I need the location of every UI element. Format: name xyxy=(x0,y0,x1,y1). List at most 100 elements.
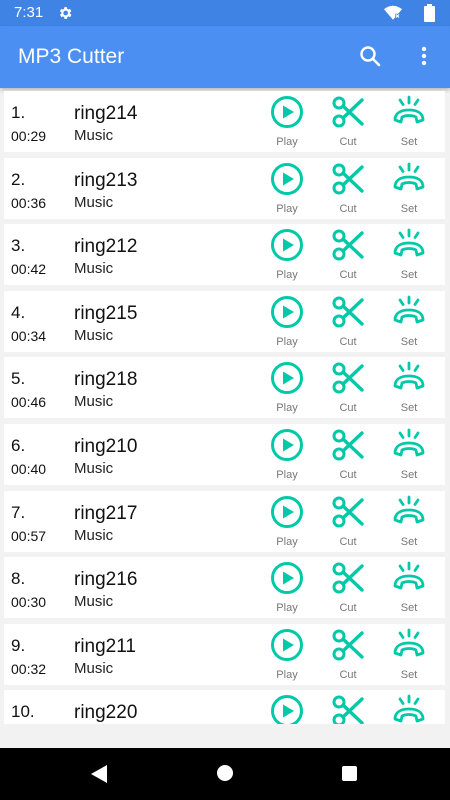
cut-button[interactable]: Cut xyxy=(322,224,374,285)
song-title: ring217 xyxy=(74,502,138,524)
set-ringtone-button[interactable]: Set xyxy=(383,424,435,485)
cut-button[interactable]: Cut xyxy=(322,357,374,418)
song-number: 3. xyxy=(11,236,26,256)
song-title: ring210 xyxy=(74,436,138,457)
play-button[interactable]: Play xyxy=(261,91,313,152)
ringtone-phone-icon xyxy=(393,361,425,390)
song-row[interactable]: 8. 00:30 ring216 Music Play Cut Set xyxy=(4,557,445,619)
cut-button[interactable]: Cut xyxy=(322,491,374,552)
cut-label: Cut xyxy=(339,402,357,415)
song-number: 10. xyxy=(11,702,35,722)
song-row[interactable]: 3. 00:42 ring212 Music Play Cut Set xyxy=(4,224,445,286)
scissors-icon xyxy=(332,96,364,128)
song-number: 9. xyxy=(11,635,26,655)
cut-label: Cut xyxy=(339,202,357,215)
cut-label: Cut xyxy=(339,602,357,615)
scissors-icon xyxy=(332,429,364,461)
set-ringtone-button[interactable]: Set xyxy=(383,158,435,219)
cut-button[interactable]: Cut xyxy=(322,690,374,724)
song-number: 4. xyxy=(11,302,26,322)
scissors-icon xyxy=(332,296,364,328)
song-list[interactable]: 1. 00:29 ring214 Music Play Cut Set 2. 0… xyxy=(0,88,450,724)
scissors-icon xyxy=(332,362,364,394)
cut-label: Cut xyxy=(339,535,357,548)
set-ringtone-button[interactable]: Set xyxy=(383,557,435,618)
cut-label: Cut xyxy=(339,469,357,481)
play-circle-icon xyxy=(271,362,303,395)
play-button[interactable]: Play xyxy=(261,690,313,724)
recent-apps-icon[interactable] xyxy=(342,766,357,781)
play-button[interactable]: Play xyxy=(261,158,313,219)
play-button[interactable]: Play xyxy=(261,357,313,418)
set-ringtone-button[interactable]: Set xyxy=(383,357,435,418)
cut-label: Cut xyxy=(339,668,357,681)
song-row[interactable]: 6. 00:40 ring210 Music Play Cut Set xyxy=(4,424,445,485)
song-row[interactable]: 2. 00:36 ring213 Music Play Cut Set xyxy=(4,157,445,219)
set-label: Set xyxy=(400,402,418,415)
play-button[interactable]: Play xyxy=(261,291,313,352)
play-label: Play xyxy=(276,602,298,615)
song-title: ring214 xyxy=(74,103,138,124)
ringtone-phone-icon xyxy=(393,495,425,523)
cut-button[interactable]: Cut xyxy=(322,291,374,352)
play-label: Play xyxy=(276,136,298,148)
song-category: Music xyxy=(74,260,114,278)
ringtone-phone-icon xyxy=(393,694,425,723)
ringtone-phone-icon xyxy=(393,95,425,124)
app-bar: MP3 Cutter xyxy=(0,26,450,88)
play-circle-icon xyxy=(271,695,303,724)
set-ringtone-button[interactable]: Set xyxy=(383,291,435,352)
set-ringtone-button[interactable]: Set xyxy=(383,690,435,724)
home-icon[interactable] xyxy=(217,765,233,781)
cut-button[interactable]: Cut xyxy=(322,158,374,219)
song-number: 7. xyxy=(11,502,26,522)
set-ringtone-button[interactable]: Set xyxy=(383,91,435,152)
play-label: Play xyxy=(276,402,298,415)
page-title: MP3 Cutter xyxy=(18,45,125,68)
song-duration: 00:36 xyxy=(11,194,47,211)
play-circle-icon xyxy=(271,429,303,461)
song-duration: 00:46 xyxy=(11,394,47,411)
song-number: 1. xyxy=(11,103,26,122)
cut-button[interactable]: Cut xyxy=(322,424,374,485)
set-label: Set xyxy=(400,469,418,481)
scissors-icon xyxy=(332,695,364,724)
song-row[interactable]: 4. 00:34 ring215 Music Play Cut Set xyxy=(4,290,445,352)
set-ringtone-button[interactable]: Set xyxy=(383,624,435,685)
set-label: Set xyxy=(400,668,418,681)
song-category: Music xyxy=(74,393,114,411)
song-category: Music xyxy=(74,526,114,544)
search-icon[interactable] xyxy=(358,44,382,68)
song-duration: 00:30 xyxy=(11,594,47,611)
play-button[interactable]: Play xyxy=(261,557,313,618)
set-ringtone-button[interactable]: Set xyxy=(383,224,435,285)
song-row[interactable]: 7. 00:57 ring217 Music Play Cut Set xyxy=(4,490,445,552)
ringtone-phone-icon xyxy=(393,228,425,257)
song-row[interactable]: 1. 00:29 ring214 Music Play Cut Set xyxy=(4,91,445,152)
scissors-icon xyxy=(332,562,364,594)
play-button[interactable]: Play xyxy=(261,224,313,285)
play-label: Play xyxy=(276,202,298,215)
song-number: 2. xyxy=(11,169,26,189)
song-category: Music xyxy=(74,127,114,144)
play-button[interactable]: Play xyxy=(261,624,313,685)
song-title: ring212 xyxy=(74,236,138,258)
song-row[interactable]: 9. 00:32 ring211 Music Play Cut Set xyxy=(4,623,445,685)
set-label: Set xyxy=(400,269,418,282)
song-duration: 00:57 xyxy=(11,527,47,544)
song-row[interactable]: 10. ring220 Play Cut Set xyxy=(4,690,445,724)
back-icon[interactable] xyxy=(90,764,108,784)
play-button[interactable]: Play xyxy=(261,424,313,485)
status-bar: 7:31 xyxy=(0,0,450,26)
cut-button[interactable]: Cut xyxy=(322,624,374,685)
song-title: ring216 xyxy=(74,569,138,591)
song-row[interactable]: 5. 00:46 ring218 Music Play Cut Set xyxy=(4,357,445,419)
status-time: 7:31 xyxy=(14,4,44,21)
play-button[interactable]: Play xyxy=(261,491,313,552)
song-title: ring211 xyxy=(74,635,136,657)
cut-label: Cut xyxy=(339,335,357,348)
cut-button[interactable]: Cut xyxy=(322,557,374,618)
set-ringtone-button[interactable]: Set xyxy=(383,491,435,552)
cut-button[interactable]: Cut xyxy=(322,91,374,152)
more-vert-icon[interactable] xyxy=(412,44,436,68)
